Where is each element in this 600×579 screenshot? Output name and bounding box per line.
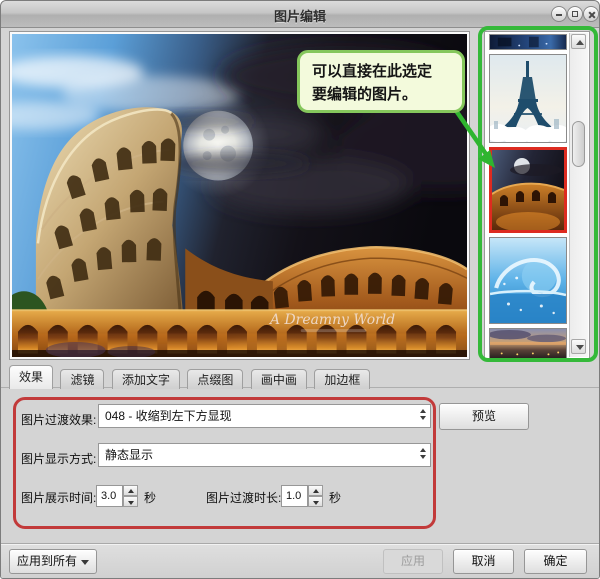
scroll-down-button[interactable] [571, 339, 586, 354]
transition-duration-unit: 秒 [329, 489, 341, 506]
callout-line-2: 要编辑的图片。 [312, 83, 450, 106]
thumbnail-colosseum-selected[interactable] [489, 147, 567, 233]
stepper-up-icon [313, 489, 319, 493]
preview-button[interactable]: 预览 [439, 403, 529, 430]
minimize-button[interactable] [551, 6, 567, 22]
stepper-down-button[interactable] [308, 496, 323, 507]
transition-duration-label: 图片过渡时长: [206, 489, 281, 506]
tab-picture-in-picture[interactable]: 画中画 [251, 369, 307, 389]
callout-bubble: 可以直接在此选定 要编辑的图片。 [297, 50, 465, 113]
thumbnail-eiffel-tower[interactable] [489, 54, 567, 143]
callout-line-1: 可以直接在此选定 [312, 60, 450, 83]
stepper-down-button[interactable] [123, 496, 138, 507]
combo-updown-icon [420, 409, 426, 420]
stepper-down-icon [128, 501, 134, 505]
thumbnail-scrollbar[interactable] [569, 33, 588, 357]
thumbnail-night-city-partial[interactable] [489, 34, 567, 50]
stepper-up-button[interactable] [308, 485, 323, 496]
maximize-button[interactable] [567, 6, 583, 22]
tab-filters[interactable]: 滤镜 [60, 369, 104, 389]
stepper-up-icon [128, 489, 134, 493]
tab-add-text[interactable]: 添加文字 [112, 369, 180, 389]
cancel-button[interactable]: 取消 [453, 549, 514, 574]
close-button[interactable] [583, 6, 599, 22]
show-time-label: 图片展示时间: [21, 489, 96, 506]
tab-effects[interactable]: 效果 [9, 365, 53, 389]
transition-effect-label: 图片过渡效果: [21, 411, 96, 428]
display-mode-label: 图片显示方式: [21, 450, 96, 467]
tab-add-border[interactable]: 加边框 [314, 369, 370, 389]
scrollbar-thumb[interactable] [572, 121, 585, 167]
transition-effect-select[interactable]: 048 - 收缩到左下方显现 [98, 404, 431, 428]
show-time-input[interactable]: 3.0 [96, 485, 123, 507]
apply-button[interactable]: 应用 [383, 549, 443, 574]
show-time-unit: 秒 [144, 489, 156, 506]
display-mode-select[interactable]: 静态显示 [98, 443, 431, 467]
tab-decorations[interactable]: 点缀图 [187, 369, 243, 389]
show-time-stepper[interactable] [123, 485, 138, 507]
transition-duration-stepper[interactable] [308, 485, 323, 507]
thumbnail-list [484, 31, 590, 359]
stepper-down-icon [313, 501, 319, 505]
footer-bar: 应用到所有 应用 取消 确定 [1, 543, 599, 579]
combo-updown-icon [420, 448, 426, 459]
dropdown-caret-icon [81, 560, 89, 565]
window-title: 图片编辑 [1, 6, 599, 25]
scroll-up-icon [576, 40, 584, 45]
ok-button[interactable]: 确定 [524, 549, 587, 574]
thumbnail-sunset-partial[interactable] [489, 328, 567, 359]
apply-to-all-button[interactable]: 应用到所有 [9, 549, 97, 574]
maximize-icon [572, 11, 578, 17]
scroll-down-icon [576, 345, 584, 350]
image-edit-dialog: 图片编辑 [0, 0, 600, 579]
titlebar[interactable]: 图片编辑 [1, 1, 599, 28]
minimize-icon [556, 14, 562, 16]
stepper-up-button[interactable] [123, 485, 138, 496]
thumbnail-water-wave[interactable] [489, 237, 567, 324]
scroll-up-button[interactable] [571, 34, 586, 49]
transition-duration-input[interactable]: 1.0 [281, 485, 308, 507]
tab-bar: 效果 滤镜 添加文字 点缀图 画中画 加边框 [9, 365, 373, 388]
watermark-text: A Dreamny World [268, 312, 395, 328]
